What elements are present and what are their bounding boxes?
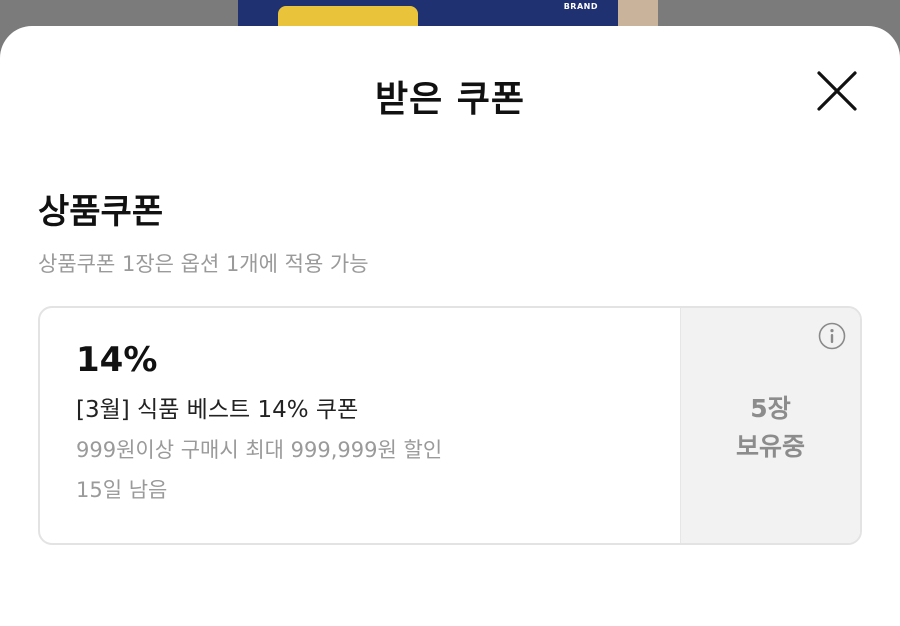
- info-icon: [818, 322, 846, 350]
- coupon-bottom-sheet: 받은 쿠폰 상품쿠폰 상품쿠폰 1장은 옵션 1개에 적용 가능 14% [3월…: [0, 26, 900, 626]
- held-status: 5장 보유중: [681, 390, 860, 466]
- close-button[interactable]: [814, 68, 860, 114]
- coupon-details: 14% [3월] 식품 베스트 14% 쿠폰 999원이상 구매시 최대 999…: [40, 308, 682, 543]
- coupon-held-panel: 5장 보유중: [680, 308, 860, 543]
- close-icon: [817, 71, 857, 111]
- product-image-peek: BRAND: [238, 0, 658, 26]
- held-count: 5장: [750, 394, 791, 423]
- coupon-card[interactable]: 14% [3월] 식품 베스트 14% 쿠폰 999원이상 구매시 최대 999…: [38, 306, 862, 545]
- sheet-header: 받은 쿠폰: [0, 26, 900, 154]
- coupon-discount-rate: 14%: [76, 340, 158, 380]
- section-description: 상품쿠폰 1장은 옵션 1개에 적용 가능: [38, 252, 369, 276]
- section-title: 상품쿠폰: [38, 192, 164, 232]
- product-label-band: [278, 6, 418, 26]
- coupon-condition: 999원이상 구매시 최대 999,999원 할인: [76, 438, 443, 462]
- sheet-title: 받은 쿠폰: [374, 79, 525, 120]
- coupon-name: [3월] 식품 베스트 14% 쿠폰: [76, 397, 359, 423]
- coupon-expiry: 15일 남음: [76, 478, 168, 502]
- held-label: 보유중: [735, 432, 805, 461]
- info-button[interactable]: [818, 322, 846, 350]
- product-image-edge: [618, 0, 658, 26]
- brand-tag: BRAND: [563, 2, 598, 11]
